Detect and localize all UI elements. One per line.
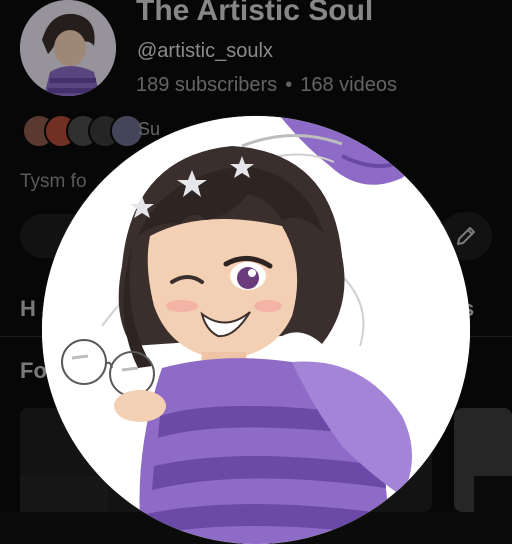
avatar-preview[interactable] <box>42 116 470 544</box>
avatar-illustration <box>42 116 470 544</box>
